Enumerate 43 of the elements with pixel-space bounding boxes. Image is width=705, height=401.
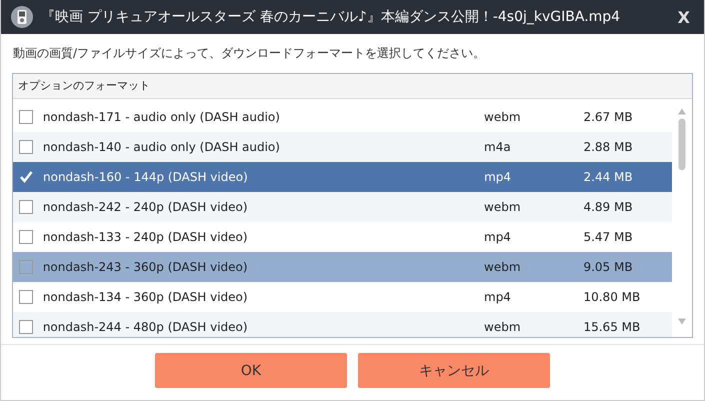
format-row[interactable]: nondash-160 - 144p (DASH video) mp4 2.44 MB: [13, 162, 672, 192]
file-size: 4.89 MB: [583, 200, 634, 214]
file-type: webm: [484, 260, 522, 274]
file-size: 9.05 MB: [583, 260, 634, 274]
format-name: nondash-242 - 240p (DASH video): [42, 200, 249, 214]
format-row[interactable]: nondash-242 - 240p (DASH video) webm 4.89 MB: [13, 192, 672, 222]
media-player-icon: [11, 6, 33, 28]
ok-button[interactable]: OK: [155, 353, 347, 388]
format-row[interactable]: nondash-140 - audio only (DASH audio) m4a 2.88 MB: [13, 132, 672, 162]
format-name: nondash-134 - 360p (DASH video): [42, 290, 249, 304]
file-size: 2.88 MB: [583, 140, 634, 154]
checkbox[interactable]: [19, 140, 33, 154]
format-row[interactable]: nondash-243 - 360p (DASH video) webm 9.05 MB: [13, 252, 672, 282]
file-type: webm: [484, 200, 522, 214]
file-size: 10.80 MB: [583, 290, 642, 304]
format-name: nondash-171 - audio only (DASH audio): [42, 110, 281, 124]
format-name: nondash-160 - 144p (DASH video): [43, 170, 249, 184]
checkbox[interactable]: [19, 230, 33, 244]
file-type: webm: [484, 320, 522, 334]
file-type: mp4: [484, 230, 512, 244]
file-type: mp4: [484, 170, 512, 184]
checkbox[interactable]: [19, 110, 33, 124]
close-button[interactable]: X: [674, 8, 694, 26]
file-type: m4a: [484, 140, 512, 154]
instruction-text: 動画の画質/ファイルサイズによって、ダウンロードフォーマートを選択してください。: [13, 45, 486, 62]
file-type: mp4: [484, 290, 512, 304]
format-name: nondash-244 - 480p (DASH video): [42, 320, 249, 334]
file-size: 15.65 MB: [583, 320, 642, 334]
checkbox[interactable]: [19, 320, 33, 334]
file-size: 5.47 MB: [583, 230, 634, 244]
column-header: オプションのフォーマット: [13, 74, 692, 99]
cancel-button[interactable]: キャンセル: [358, 353, 550, 388]
checkbox[interactable]: [19, 200, 33, 214]
checkbox[interactable]: [19, 290, 33, 304]
file-size: 2.67 MB: [583, 110, 634, 124]
checkbox[interactable]: [19, 260, 33, 274]
file-type: webm: [484, 110, 522, 124]
window-title: 『映画 プリキュアオールスターズ 春のカーニバル♪』本編ダンス公開！-4s0j_kvGIBA.mp4: [41, 8, 622, 26]
format-name: nondash-140 - audio only (DASH audio): [42, 140, 281, 154]
format-name: nondash-243 - 360p (DASH video): [42, 260, 249, 274]
format-row[interactable]: nondash-244 - 480p (DASH video) webm 15.65 MB: [13, 312, 672, 337]
file-size: 2.44 MB: [584, 170, 634, 184]
format-name: nondash-133 - 240p (DASH video): [42, 230, 249, 244]
